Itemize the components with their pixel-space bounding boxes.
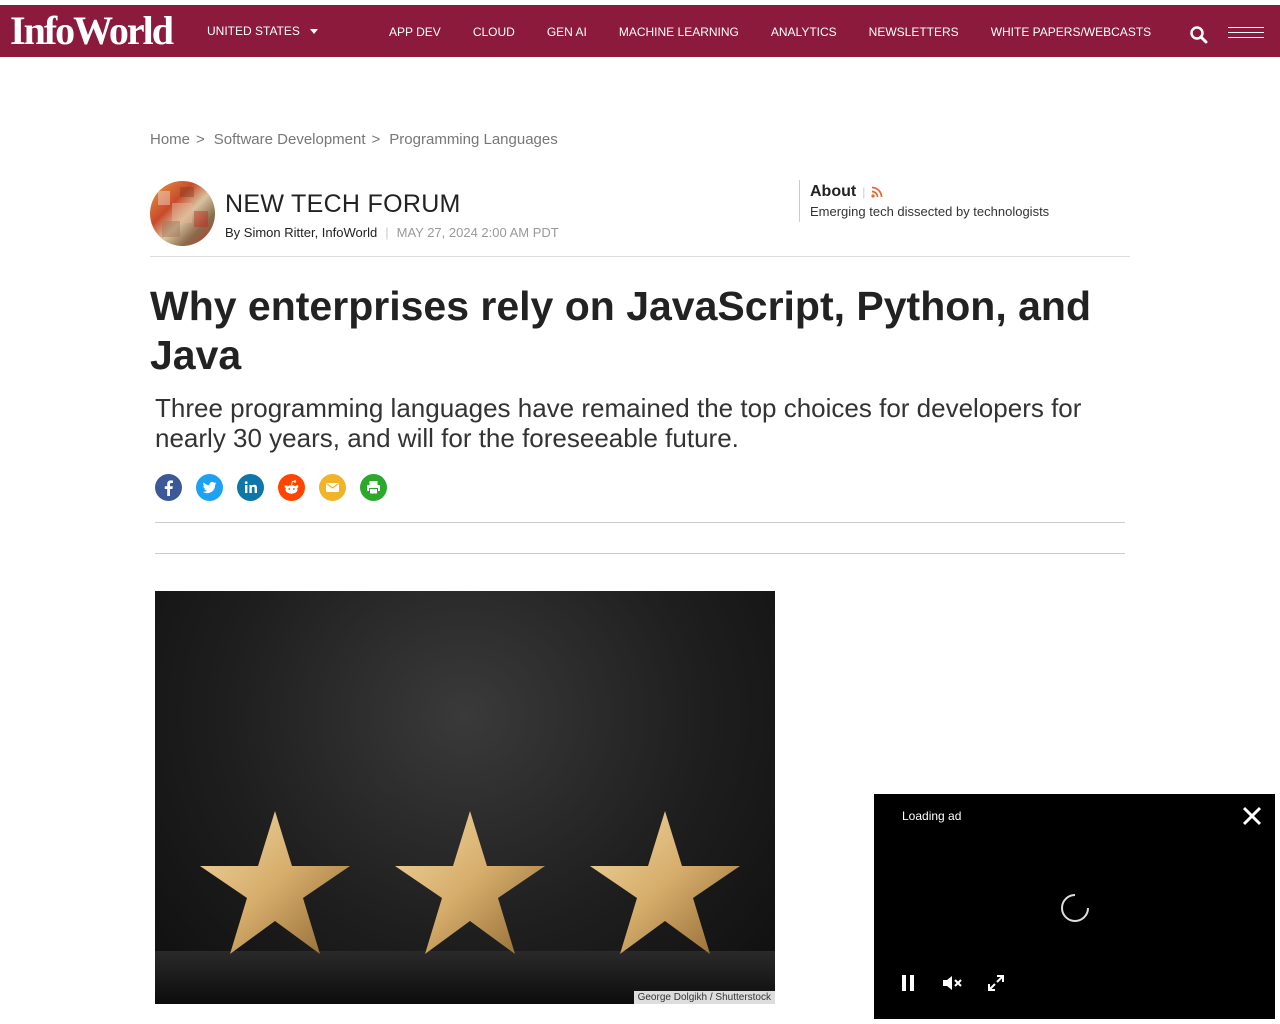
author-avatar[interactable] — [150, 181, 215, 246]
nav-item-cloud[interactable]: CLOUD — [473, 25, 515, 39]
close-icon[interactable] — [1240, 804, 1264, 828]
search-icon[interactable] — [1189, 25, 1209, 45]
column-name[interactable]: NEW TECH FORUM — [225, 190, 461, 219]
about-link[interactable]: About — [810, 183, 856, 201]
hero-image: George Dolgikh / Shutterstock — [155, 591, 775, 1004]
article-dek: Three programming languages have remaine… — [155, 393, 1082, 453]
image-credit: George Dolgikh / Shutterstock — [633, 991, 775, 1004]
nav-item-app-dev[interactable]: APP DEV — [389, 25, 441, 39]
divider — [155, 553, 1125, 554]
reddit-icon[interactable] — [278, 474, 305, 501]
star-shape-2 — [395, 811, 545, 954]
rss-icon[interactable] — [871, 186, 883, 198]
site-header: InfoWorld UNITED STATES APP DEV CLOUD GE… — [0, 5, 1280, 57]
divider — [150, 256, 1130, 257]
three-stars-image — [155, 811, 775, 1004]
divider — [155, 522, 1125, 523]
site-logo[interactable]: InfoWorld — [10, 9, 174, 53]
mute-icon[interactable] — [941, 972, 963, 994]
breadcrumb-home[interactable]: Home — [150, 131, 190, 148]
column-description: Emerging tech dissected by technologists — [810, 204, 1050, 219]
nav-item-white-papers[interactable]: WHITE PAPERS/WEBCASTS — [991, 25, 1151, 39]
pause-icon[interactable] — [897, 972, 919, 994]
print-icon[interactable] — [360, 474, 387, 501]
share-bar — [155, 474, 387, 501]
star-shape-1 — [200, 811, 350, 954]
ad-loading-label: Loading ad — [902, 809, 962, 823]
breadcrumb-separator: > — [371, 131, 381, 148]
column-about: About | Emerging tech dissected by techn… — [799, 180, 1049, 222]
video-ad-player[interactable]: Loading ad — [874, 794, 1275, 1019]
about-divider: | — [862, 185, 866, 199]
region-selector[interactable]: UNITED STATES — [207, 24, 318, 38]
publish-date: MAY 27, 2024 2:00 AM PDT — [396, 225, 559, 240]
author-name[interactable]: By Simon Ritter, InfoWorld — [225, 225, 377, 240]
breadcrumb: Home > Software Development > Programmin… — [150, 131, 558, 148]
breadcrumb-separator: > — [196, 131, 205, 148]
chevron-down-icon — [309, 28, 318, 34]
email-icon[interactable] — [319, 474, 346, 501]
main-nav: APP DEV CLOUD GEN AI MACHINE LEARNING AN… — [389, 25, 1183, 39]
loading-spinner-icon — [1061, 894, 1089, 922]
region-label: UNITED STATES — [207, 24, 300, 38]
nav-item-machine-learning[interactable]: MACHINE LEARNING — [619, 25, 739, 39]
menu-icon[interactable] — [1228, 27, 1264, 41]
star-shape-3 — [590, 811, 740, 954]
nav-item-gen-ai[interactable]: GEN AI — [547, 25, 587, 39]
byline: By Simon Ritter, InfoWorld | MAY 27, 202… — [225, 225, 559, 240]
byline-divider: | — [385, 225, 389, 240]
fullscreen-icon[interactable] — [985, 972, 1007, 994]
linkedin-icon[interactable] — [237, 474, 264, 501]
breadcrumb-software-development[interactable]: Software Development — [214, 131, 366, 148]
article-title: Why enterprises rely on JavaScript, Pyth… — [150, 283, 1091, 378]
facebook-icon[interactable] — [155, 474, 182, 501]
twitter-icon[interactable] — [196, 474, 223, 501]
nav-item-analytics[interactable]: ANALYTICS — [771, 25, 837, 39]
nav-item-newsletters[interactable]: NEWSLETTERS — [869, 25, 959, 39]
breadcrumb-programming-languages[interactable]: Programming Languages — [389, 131, 557, 148]
